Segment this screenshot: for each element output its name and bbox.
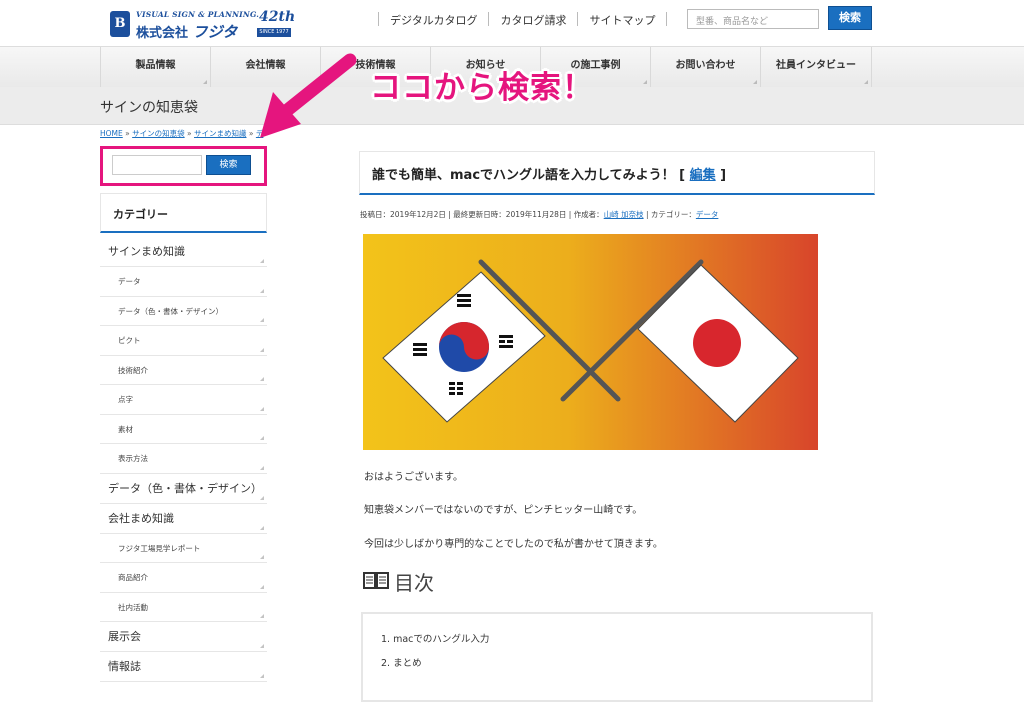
breadcrumb-mame-chishiki[interactable]: サインまめ知識: [194, 129, 247, 138]
site-search-button[interactable]: 検索: [828, 6, 872, 30]
category-item[interactable]: データ（色・書体・デザイン）: [100, 474, 267, 504]
sidebar-search-button[interactable]: 検索: [206, 155, 251, 175]
category-list: サインまめ知識 データ データ（色・書体・デザイン） ピクト 技術紹介 点字 素…: [100, 237, 267, 682]
posted-date: 2019年12月2日: [390, 210, 446, 219]
page-title: サインの知恵袋: [100, 100, 198, 116]
category-item[interactable]: データ: [100, 267, 267, 297]
site-header: B VISUAL SIGN & PLANNING. 株式会社 フジタ 42th …: [0, 0, 1024, 46]
category-item[interactable]: 商品紹介: [100, 563, 267, 593]
article-meta: 投稿日：2019年12月2日 | 最終更新日時：2019年11月28日 | 作成…: [360, 210, 719, 219]
breadcrumb-chiebukuro[interactable]: サインの知恵袋: [132, 129, 185, 138]
toc-box: 1. macでのハングル入力 2. まとめ: [361, 612, 873, 702]
breadcrumb: HOME » サインの知恵袋 » サインまめ知識 » デ: [100, 129, 264, 138]
nav-item-products[interactable]: 製品情報: [100, 47, 210, 87]
category-item[interactable]: サインまめ知識: [100, 237, 267, 267]
category-item[interactable]: データ（色・書体・デザイン）: [100, 297, 267, 326]
annotation-arrow-icon: [260, 53, 357, 138]
company-logo[interactable]: B VISUAL SIGN & PLANNING. 株式会社 フジタ 42th …: [110, 9, 295, 41]
article-paragraph: 知恵袋メンバーではないのですが、ピンチヒッター山崎です。: [364, 505, 643, 516]
category-item[interactable]: 素材: [100, 415, 267, 444]
sidebar-search-highlight: 検索: [100, 146, 267, 186]
logo-mark-icon: B: [110, 11, 130, 37]
category-item[interactable]: 会社まめ知識: [100, 504, 267, 534]
site-search-input[interactable]: 型番、商品名など: [687, 9, 819, 29]
category-item[interactable]: フジタ工場見学レポート: [100, 534, 267, 563]
toc-item[interactable]: 1. macでのハングル入力: [381, 631, 489, 655]
article-title-box: 誰でも簡単、macでハングル語を入力してみよう！ [ 編集 ]: [359, 151, 875, 195]
anniversary-badge: 42th SINCE 1977: [257, 9, 296, 37]
breadcrumb-home[interactable]: HOME: [100, 129, 123, 138]
category-item[interactable]: 点字: [100, 385, 267, 415]
category-item[interactable]: 表示方法: [100, 444, 267, 474]
category-item[interactable]: 情報誌: [100, 652, 267, 682]
logo-company-name: 株式会社 フジタ: [136, 23, 238, 41]
category-item[interactable]: ピクト: [100, 326, 267, 356]
category-item[interactable]: 社内活動: [100, 593, 267, 622]
book-icon: [363, 572, 389, 589]
article-paragraph: 今回は少しばかり専門的なことでしたので私が書かせて頂きます。: [364, 539, 663, 550]
author-link[interactable]: 山崎 加奈枝: [604, 210, 644, 219]
category-link[interactable]: データ: [696, 210, 719, 219]
sidebar-search-input[interactable]: [112, 155, 202, 175]
top-link-catalog-request[interactable]: カタログ請求: [488, 12, 577, 27]
nav-item-interview[interactable]: 社員インタビュー: [760, 47, 872, 87]
category-item[interactable]: 展示会: [100, 622, 267, 652]
hero-image-crossed-flags: [363, 234, 818, 450]
toc-title: 目次: [394, 571, 434, 595]
top-links: デジタルカタログ カタログ請求 サイトマップ: [378, 12, 668, 27]
category-heading: カテゴリー: [100, 193, 267, 233]
toc-item[interactable]: 2. まとめ: [381, 655, 489, 679]
category-item[interactable]: 技術紹介: [100, 356, 267, 385]
logo-tagline: VISUAL SIGN & PLANNING.: [136, 10, 260, 19]
top-link-digital-catalog[interactable]: デジタルカタログ: [378, 12, 488, 27]
edit-link[interactable]: 編集: [690, 168, 716, 183]
updated-date: 2019年11月28日: [505, 210, 567, 219]
article-paragraph: おはようございます。: [364, 472, 463, 483]
annotation-text: ココから検索！: [370, 70, 594, 106]
top-link-sitemap[interactable]: サイトマップ: [577, 12, 668, 27]
nav-item-contact[interactable]: お問い合わせ: [650, 47, 760, 87]
article-title: 誰でも簡単、macでハングル語を入力してみよう！ [ 編集 ]: [372, 168, 727, 183]
